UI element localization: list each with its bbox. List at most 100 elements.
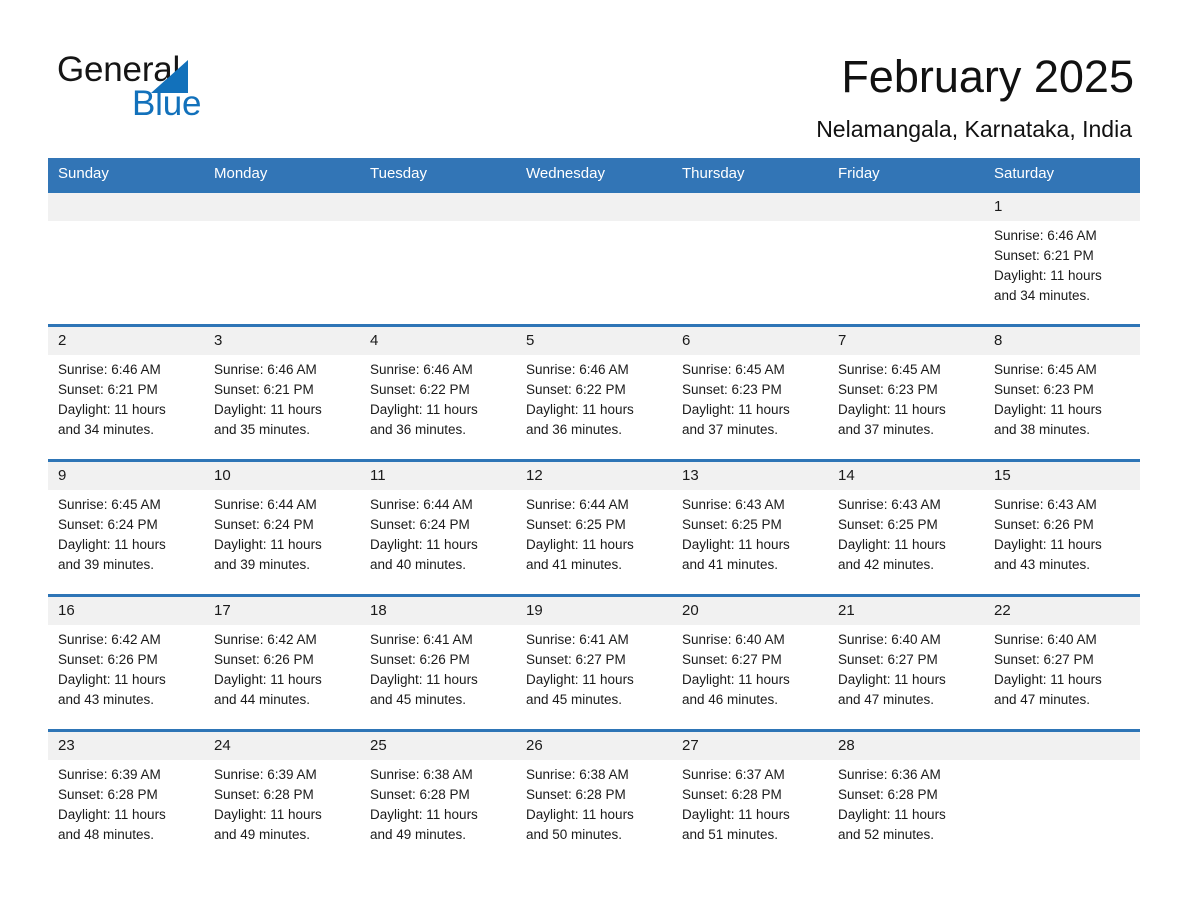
calendar-day-cell[interactable]: 14 Sunrise: 6:43 AM Sunset: 6:25 PM Dayligh… bbox=[828, 459, 984, 596]
daylight-duration-line2: and 48 minutes. bbox=[58, 827, 155, 842]
calendar-day-cell[interactable]: 27 Sunrise: 6:37 AM Sunset: 6:28 PM Dayligh… bbox=[672, 729, 828, 866]
calendar-day-cell-empty bbox=[48, 190, 204, 326]
daylight-duration-line2: and 50 minutes. bbox=[526, 827, 623, 842]
daylight-duration-line2: and 40 minutes. bbox=[370, 557, 467, 572]
weekday-header-friday: Friday bbox=[828, 158, 984, 192]
calendar-day-cell[interactable]: 24 Sunrise: 6:39 AM Sunset: 6:28 PM Dayligh… bbox=[204, 729, 360, 866]
calendar-day-cell[interactable]: 28 Sunrise: 6:36 AM Sunset: 6:28 PM Dayligh… bbox=[828, 729, 984, 866]
calendar-day-cell[interactable]: 23 Sunrise: 6:39 AM Sunset: 6:28 PM Dayligh… bbox=[48, 729, 204, 866]
sun-info: Sunrise: 6:46 AM Sunset: 6:21 PM Daylight:… bbox=[48, 355, 204, 440]
daylight-duration-line1: Daylight: 11 hours bbox=[526, 537, 634, 552]
sunset-time: Sunset: 6:27 PM bbox=[994, 652, 1094, 667]
calendar-page: General Blue February 2025 Nelamangala, … bbox=[0, 0, 1188, 918]
daylight-duration-line2: and 43 minutes. bbox=[58, 692, 155, 707]
daylight-duration-line1: Daylight: 11 hours bbox=[58, 672, 166, 687]
calendar-day-cell[interactable]: 12 Sunrise: 6:44 AM Sunset: 6:25 PM Dayligh… bbox=[516, 459, 672, 596]
calendar-day-cell[interactable]: 2 Sunrise: 6:46 AM Sunset: 6:21 PM Daylight… bbox=[48, 324, 204, 461]
day-number: 23 bbox=[48, 732, 204, 760]
calendar-day-cell[interactable]: 19 Sunrise: 6:41 AM Sunset: 6:27 PM Dayligh… bbox=[516, 594, 672, 731]
sunset-time: Sunset: 6:25 PM bbox=[526, 517, 626, 532]
daylight-duration-line2: and 35 minutes. bbox=[214, 422, 311, 437]
sun-info: Sunrise: 6:46 AM Sunset: 6:22 PM Daylight:… bbox=[516, 355, 672, 440]
sunset-time: Sunset: 6:28 PM bbox=[682, 787, 782, 802]
calendar-day-cell[interactable]: 25 Sunrise: 6:38 AM Sunset: 6:28 PM Dayligh… bbox=[360, 729, 516, 866]
month-calendar-table: Sunday Monday Tuesday Wednesday Thursday… bbox=[48, 158, 1140, 866]
daylight-duration-line2: and 39 minutes. bbox=[214, 557, 311, 572]
day-number: 24 bbox=[204, 732, 360, 760]
sun-info: Sunrise: 6:42 AM Sunset: 6:26 PM Daylight:… bbox=[204, 625, 360, 710]
sunrise-time: Sunrise: 6:38 AM bbox=[526, 767, 629, 782]
daylight-duration-line1: Daylight: 11 hours bbox=[58, 537, 166, 552]
sunrise-time: Sunrise: 6:46 AM bbox=[526, 362, 629, 377]
calendar-day-cell-empty bbox=[984, 729, 1140, 866]
calendar-week-row: 16 Sunrise: 6:42 AM Sunset: 6:26 PM Dayligh… bbox=[48, 594, 1140, 731]
calendar-day-cell-empty bbox=[204, 190, 360, 326]
calendar-day-cell[interactable]: 11 Sunrise: 6:44 AM Sunset: 6:24 PM Dayligh… bbox=[360, 459, 516, 596]
sun-info: Sunrise: 6:46 AM Sunset: 6:21 PM Daylight:… bbox=[204, 355, 360, 440]
day-number: 15 bbox=[984, 462, 1140, 490]
sunrise-time: Sunrise: 6:45 AM bbox=[58, 497, 161, 512]
daylight-duration-line2: and 49 minutes. bbox=[370, 827, 467, 842]
daylight-duration-line2: and 45 minutes. bbox=[526, 692, 623, 707]
calendar-day-cell[interactable]: 21 Sunrise: 6:40 AM Sunset: 6:27 PM Dayligh… bbox=[828, 594, 984, 731]
day-number bbox=[360, 193, 516, 221]
sun-info: Sunrise: 6:45 AM Sunset: 6:23 PM Daylight:… bbox=[672, 355, 828, 440]
day-number: 14 bbox=[828, 462, 984, 490]
sunrise-time: Sunrise: 6:41 AM bbox=[370, 632, 473, 647]
calendar-day-cell[interactable]: 20 Sunrise: 6:40 AM Sunset: 6:27 PM Dayligh… bbox=[672, 594, 828, 731]
calendar-day-cell[interactable]: 8 Sunrise: 6:45 AM Sunset: 6:23 PM Daylight… bbox=[984, 324, 1140, 461]
page-subtitle-location: Nelamangala, Karnataka, India bbox=[816, 116, 1132, 142]
calendar-day-cell[interactable]: 10 Sunrise: 6:44 AM Sunset: 6:24 PM Dayligh… bbox=[204, 459, 360, 596]
daylight-duration-line2: and 41 minutes. bbox=[682, 557, 779, 572]
calendar-day-cell[interactable]: 16 Sunrise: 6:42 AM Sunset: 6:26 PM Dayligh… bbox=[48, 594, 204, 731]
sun-info: Sunrise: 6:44 AM Sunset: 6:24 PM Daylight:… bbox=[360, 490, 516, 575]
sunset-time: Sunset: 6:26 PM bbox=[994, 517, 1094, 532]
calendar-day-cell[interactable]: 6 Sunrise: 6:45 AM Sunset: 6:23 PM Daylight… bbox=[672, 324, 828, 461]
calendar-day-cell[interactable]: 17 Sunrise: 6:42 AM Sunset: 6:26 PM Dayligh… bbox=[204, 594, 360, 731]
calendar-day-cell[interactable]: 3 Sunrise: 6:46 AM Sunset: 6:21 PM Daylight… bbox=[204, 324, 360, 461]
day-number: 21 bbox=[828, 597, 984, 625]
calendar-day-cell[interactable]: 7 Sunrise: 6:45 AM Sunset: 6:23 PM Daylight… bbox=[828, 324, 984, 461]
daylight-duration-line2: and 46 minutes. bbox=[682, 692, 779, 707]
daylight-duration-line1: Daylight: 11 hours bbox=[214, 402, 322, 417]
sunrise-time: Sunrise: 6:42 AM bbox=[58, 632, 161, 647]
sunrise-time: Sunrise: 6:38 AM bbox=[370, 767, 473, 782]
generalblue-logo[interactable]: General Blue bbox=[57, 50, 317, 123]
day-number: 17 bbox=[204, 597, 360, 625]
sunrise-time: Sunrise: 6:46 AM bbox=[994, 228, 1097, 243]
calendar-day-cell[interactable]: 13 Sunrise: 6:43 AM Sunset: 6:25 PM Dayligh… bbox=[672, 459, 828, 596]
sun-info: Sunrise: 6:45 AM Sunset: 6:23 PM Daylight:… bbox=[984, 355, 1140, 440]
day-number: 5 bbox=[516, 327, 672, 355]
weekday-header-monday: Monday bbox=[204, 158, 360, 192]
sunrise-time: Sunrise: 6:45 AM bbox=[994, 362, 1097, 377]
calendar-day-cell[interactable]: 22 Sunrise: 6:40 AM Sunset: 6:27 PM Dayligh… bbox=[984, 594, 1140, 731]
calendar-day-cell[interactable]: 4 Sunrise: 6:46 AM Sunset: 6:22 PM Daylight… bbox=[360, 324, 516, 461]
daylight-duration-line1: Daylight: 11 hours bbox=[370, 402, 478, 417]
sunrise-time: Sunrise: 6:40 AM bbox=[994, 632, 1097, 647]
sunset-time: Sunset: 6:24 PM bbox=[214, 517, 314, 532]
calendar-day-cell[interactable]: 9 Sunrise: 6:45 AM Sunset: 6:24 PM Daylight… bbox=[48, 459, 204, 596]
sunset-time: Sunset: 6:28 PM bbox=[838, 787, 938, 802]
sunrise-time: Sunrise: 6:44 AM bbox=[214, 497, 317, 512]
sun-info: Sunrise: 6:36 AM Sunset: 6:28 PM Daylight:… bbox=[828, 760, 984, 845]
sunset-time: Sunset: 6:27 PM bbox=[682, 652, 782, 667]
daylight-duration-line2: and 36 minutes. bbox=[526, 422, 623, 437]
daylight-duration-line2: and 51 minutes. bbox=[682, 827, 779, 842]
calendar-body: 1 Sunrise: 6:46 AM Sunset: 6:21 PM Daylight… bbox=[48, 190, 1140, 866]
weekday-header-thursday: Thursday bbox=[672, 158, 828, 192]
calendar-day-cell[interactable]: 5 Sunrise: 6:46 AM Sunset: 6:22 PM Daylight… bbox=[516, 324, 672, 461]
sun-info: Sunrise: 6:46 AM Sunset: 6:22 PM Daylight:… bbox=[360, 355, 516, 440]
sunset-time: Sunset: 6:28 PM bbox=[214, 787, 314, 802]
daylight-duration-line1: Daylight: 11 hours bbox=[526, 402, 634, 417]
sunrise-time: Sunrise: 6:46 AM bbox=[370, 362, 473, 377]
calendar-day-cell[interactable]: 18 Sunrise: 6:41 AM Sunset: 6:26 PM Dayligh… bbox=[360, 594, 516, 731]
day-number: 25 bbox=[360, 732, 516, 760]
day-number: 11 bbox=[360, 462, 516, 490]
calendar-day-cell[interactable]: 26 Sunrise: 6:38 AM Sunset: 6:28 PM Dayligh… bbox=[516, 729, 672, 866]
daylight-duration-line1: Daylight: 11 hours bbox=[682, 807, 790, 822]
calendar-day-cell[interactable]: 15 Sunrise: 6:43 AM Sunset: 6:26 PM Dayligh… bbox=[984, 459, 1140, 596]
calendar-day-cell[interactable]: 1 Sunrise: 6:46 AM Sunset: 6:21 PM Daylight… bbox=[984, 190, 1140, 326]
calendar-day-cell-empty bbox=[672, 190, 828, 326]
sunrise-time: Sunrise: 6:37 AM bbox=[682, 767, 785, 782]
sunrise-time: Sunrise: 6:44 AM bbox=[370, 497, 473, 512]
